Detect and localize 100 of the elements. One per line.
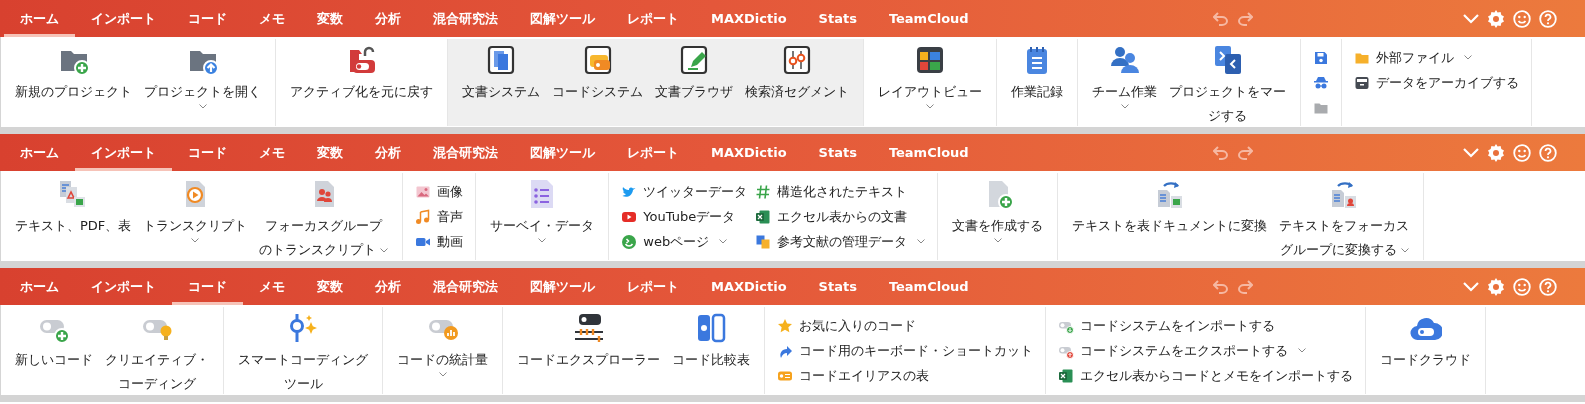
menu-item[interactable]: コードシステムをインポートする [1054, 313, 1357, 338]
undo-icon[interactable] [1213, 279, 1229, 294]
ribbon-tab[interactable]: Stats [802, 134, 873, 171]
ribbon-tab[interactable]: 図解ツール [514, 268, 611, 305]
spreadsheet-icon [755, 208, 772, 225]
redo-icon[interactable] [1237, 279, 1253, 294]
menu-item[interactable]: 音声 [411, 204, 468, 229]
menu-item[interactable]: YouTubeデータ [617, 204, 752, 229]
ribbon-tab[interactable]: 混合研究法 [417, 134, 514, 171]
menu-item[interactable]: コードシステムをエクスポートする [1054, 338, 1357, 363]
caret-icon [438, 372, 447, 377]
ribbon-tab[interactable]: Stats [802, 0, 873, 37]
undo-icon[interactable] [1213, 145, 1229, 160]
caret-icon [538, 238, 547, 243]
ribbon-tab[interactable]: 分析 [359, 268, 417, 305]
ribbon-tab[interactable]: ホーム [4, 268, 75, 305]
chevron-down-icon[interactable] [1463, 147, 1479, 158]
ribbon-tab[interactable]: レポート [611, 268, 695, 305]
ribbon-tab[interactable]: インポート [75, 268, 172, 305]
menu-item[interactable]: 参考文献の管理データ [751, 229, 930, 254]
help-icon[interactable] [1539, 277, 1557, 296]
ribbon-button[interactable]: 文書を作成する [946, 176, 1050, 243]
ribbon-tab[interactable]: MAXDictio [695, 0, 803, 37]
redo-icon[interactable] [1237, 11, 1253, 26]
ribbon-button[interactable]: トランスクリプト [137, 176, 254, 243]
ribbon-button[interactable]: チーム作業 [1086, 42, 1163, 109]
settings-icon[interactable] [1487, 9, 1505, 28]
menu-item[interactable]: 画像 [411, 179, 468, 204]
ribbon-button[interactable]: レイアウトビュー [872, 42, 988, 109]
ribbon-button[interactable]: サーベイ・データ [484, 176, 601, 243]
ribbon-button[interactable]: 文書システム [456, 42, 546, 104]
ribbon-button[interactable]: アクティブ化を元に戻す [284, 42, 439, 104]
smiley-icon[interactable] [1513, 277, 1531, 296]
ribbon-tab[interactable]: レポート [611, 134, 695, 171]
menu-item[interactable]: コード用のキーボード・ショートカット [773, 338, 1037, 363]
archive-box-icon [1354, 74, 1370, 91]
menu-item[interactable]: 外部ファイル [1350, 45, 1523, 70]
ribbon-tab[interactable]: メモ [243, 134, 301, 171]
redo-icon[interactable] [1237, 145, 1253, 160]
ribbon-button[interactable]: コードシステム [546, 42, 649, 104]
ribbon-tab[interactable]: 混合研究法 [417, 268, 514, 305]
ribbon-tab[interactable]: メモ [243, 0, 301, 37]
ribbon-tab[interactable]: 変数 [301, 268, 359, 305]
menu-item[interactable]: 動画 [411, 229, 468, 254]
ribbon-button[interactable]: コードの統計量 [391, 310, 494, 377]
caret-icon [1120, 104, 1129, 109]
menu-item[interactable]: お気に入りのコード [773, 313, 1037, 338]
ribbon-button[interactable]: テキストを表ドキュメントに変換 [1066, 176, 1274, 238]
menu-item[interactable]: エクセル表からの文書 [751, 204, 930, 229]
ribbon-tab[interactable]: メモ [243, 268, 301, 305]
chevron-down-icon[interactable] [1463, 13, 1479, 24]
compare-icon [695, 312, 727, 344]
ribbon-button[interactable]: 新規のプロジェクト [9, 42, 138, 104]
ribbon-button[interactable]: コード比較表 [666, 310, 756, 372]
smiley-icon[interactable] [1513, 143, 1531, 162]
menu-item[interactable]: 構造化されたテキスト [751, 179, 930, 204]
caret-icon [191, 238, 200, 243]
help-icon[interactable] [1539, 9, 1557, 28]
ribbon-tab[interactable]: インポート [75, 0, 172, 37]
ribbon-button[interactable]: スマートコーディング ツール [232, 310, 374, 396]
ribbon-tab[interactable]: 混合研究法 [417, 0, 514, 37]
menu-item[interactable]: コードエイリアスの表 [773, 363, 1037, 388]
menu-item[interactable]: データをアーカイブする [1350, 70, 1523, 95]
ribbon-button[interactable]: コードクラウド [1374, 310, 1477, 372]
toggle-sliders-icon [572, 312, 605, 344]
ribbon-tab[interactable]: MAXDictio [695, 268, 803, 305]
menu-item[interactable]: ツイッターデータ [617, 179, 752, 204]
chevron-down-icon[interactable] [1463, 281, 1479, 292]
ribbon-button[interactable]: 作業記録 [1005, 42, 1069, 104]
ribbon-tab[interactable]: 分析 [359, 134, 417, 171]
ribbon-tab[interactable]: コード [172, 134, 243, 171]
ribbon-tab[interactable]: 分析 [359, 0, 417, 37]
ribbon-tab[interactable]: 変数 [301, 0, 359, 37]
ribbon-button[interactable]: テキスト、PDF、表 [9, 176, 138, 238]
ribbon-tab[interactable]: コード [172, 0, 243, 37]
ribbon-button[interactable]: プロジェクトを開く [138, 42, 267, 109]
ribbon-button[interactable]: コードエクスプローラー [511, 310, 666, 372]
menu-item[interactable]: エクセル表からコードとメモをインポートする [1054, 363, 1357, 388]
ribbon-tab[interactable]: 図解ツール [514, 134, 611, 171]
settings-icon[interactable] [1487, 277, 1505, 296]
settings-icon[interactable] [1487, 143, 1505, 162]
caret-icon [380, 247, 389, 253]
globe-icon [621, 233, 638, 250]
help-icon[interactable] [1539, 143, 1557, 162]
ribbon-button[interactable]: 新しいコード [9, 310, 99, 372]
ribbon-tab[interactable]: MAXDictio [695, 134, 803, 171]
ribbon-tab[interactable]: レポート [611, 0, 695, 37]
ribbon-button[interactable]: 文書ブラウザ [649, 42, 739, 104]
spy-icon [1313, 74, 1329, 91]
ribbon-tab[interactable]: Stats [802, 268, 873, 305]
ribbon-button[interactable]: 検索済セグメント [739, 42, 855, 104]
music-note-icon [415, 208, 432, 225]
document-edit-icon [678, 44, 710, 76]
ribbon-tab[interactable]: 図解ツール [514, 0, 611, 37]
sliders-icon [781, 44, 813, 76]
undo-icon[interactable] [1213, 11, 1229, 26]
ribbon-tab[interactable]: 変数 [301, 134, 359, 171]
menu-item[interactable]: webページ [617, 229, 752, 254]
ribbon-tab[interactable]: ホーム [4, 134, 75, 171]
smiley-icon[interactable] [1513, 9, 1531, 28]
